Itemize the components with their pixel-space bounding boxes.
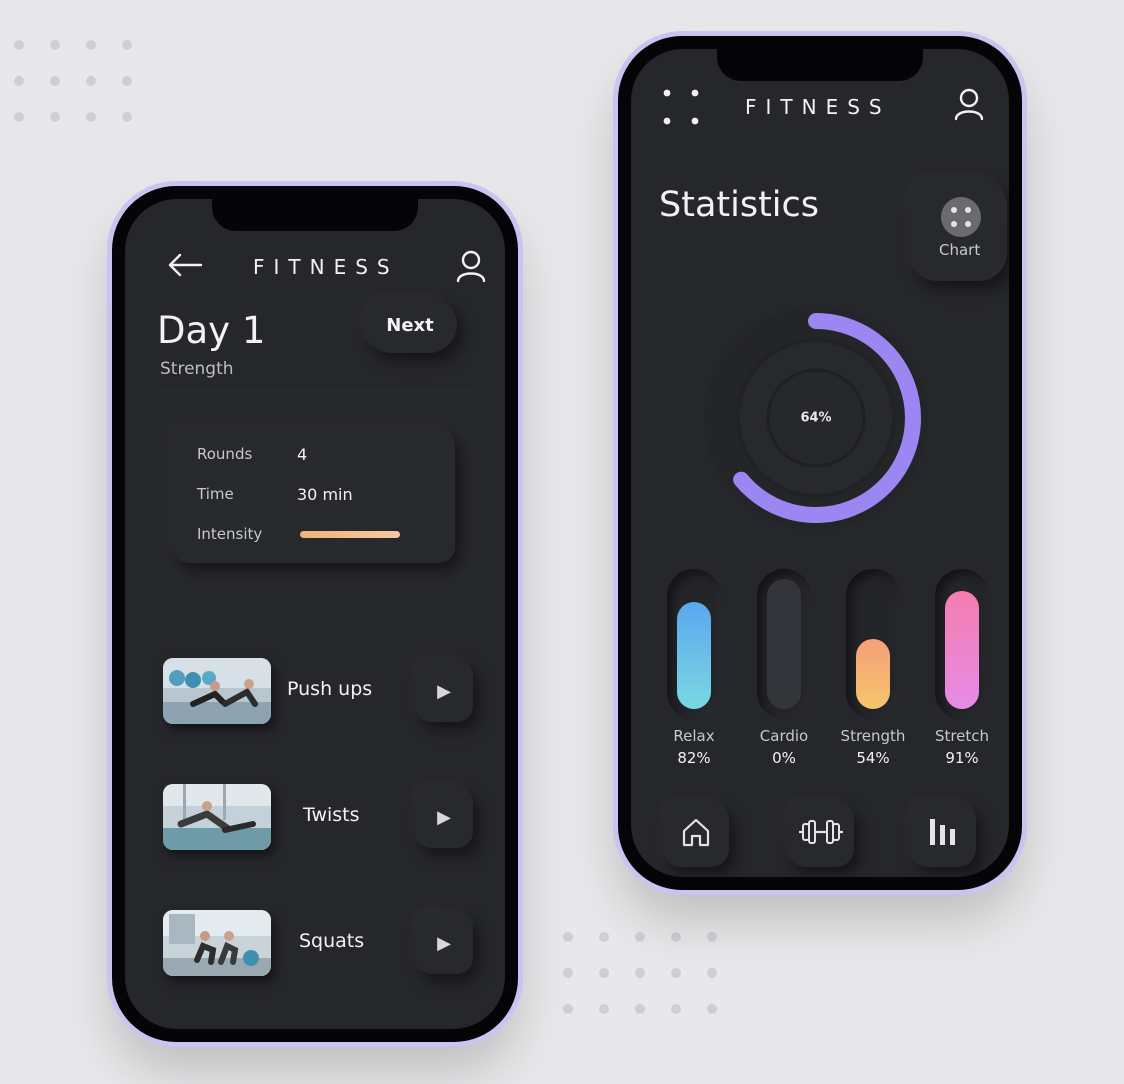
progress-ring: 64%	[701, 303, 931, 533]
intensity-label: Intensity	[197, 525, 263, 543]
exercise-label: Squats	[299, 930, 365, 952]
stat-bar-track	[846, 569, 900, 719]
play-icon: ▶	[437, 806, 451, 828]
app-title: FITNESS	[745, 95, 891, 119]
push-ups-thumbnail	[163, 658, 271, 724]
rounds-label: Rounds	[197, 445, 253, 463]
intensity-bar	[300, 531, 400, 538]
stat-relax: Relax 82%	[659, 569, 729, 767]
decorative-dot	[86, 40, 96, 50]
stat-name: Strength	[840, 727, 906, 745]
play-button[interactable]: ▶	[415, 786, 473, 848]
decorative-dot	[50, 40, 60, 50]
phone-notch	[717, 49, 923, 81]
decorative-dot	[14, 112, 24, 122]
exercise-item[interactable]: Squats ▶	[161, 910, 473, 980]
decorative-dot	[671, 1004, 681, 1014]
squats-thumbnail	[163, 910, 271, 976]
stat-bar-track	[667, 569, 721, 719]
stat-stretch: Stretch 91%	[927, 569, 997, 767]
statistics-screen: FITNESS Statistics Chart 64% Relax 82% C…	[631, 49, 1009, 877]
stat-bar-fill	[767, 579, 801, 709]
play-button[interactable]: ▶	[415, 660, 473, 722]
stat-name: Relax	[673, 727, 715, 745]
stat-value: 91%	[945, 749, 979, 767]
decorative-dot	[86, 112, 96, 122]
workout-screen: FITNESS Day 1 Strength Next Rounds 4 Tim…	[125, 199, 505, 1029]
stat-strength: Strength 54%	[838, 569, 908, 767]
nav-statistics[interactable]	[910, 801, 976, 867]
stat-name: Cardio	[759, 727, 809, 745]
page-title: Statistics	[659, 185, 819, 225]
decorative-dot	[635, 968, 645, 978]
chart-button[interactable]: Chart	[909, 177, 1007, 281]
stat-bar-fill	[945, 590, 979, 709]
progress-value: 64%	[800, 410, 832, 426]
decorative-dot	[50, 112, 60, 122]
stat-cardio: Cardio 0%	[749, 569, 819, 767]
workout-info-card: Rounds 4 Time 30 min Intensity	[173, 429, 455, 563]
menu-dots-icon[interactable]	[661, 87, 701, 127]
decorative-dot	[635, 1004, 645, 1014]
stat-value: 0%	[772, 749, 796, 767]
exercise-label: Push ups	[287, 678, 373, 700]
day-subtitle: Strength	[160, 359, 234, 379]
play-icon: ▶	[437, 932, 451, 954]
stat-name: Stretch	[934, 727, 990, 745]
decorative-dot	[50, 76, 60, 86]
play-button[interactable]: ▶	[415, 912, 473, 974]
decorative-dot	[563, 1004, 573, 1014]
decorative-dot	[122, 40, 132, 50]
decorative-dot	[599, 1004, 609, 1014]
profile-icon[interactable]	[455, 249, 487, 283]
twists-thumbnail	[163, 784, 271, 850]
stat-bar-track	[757, 569, 811, 719]
decorative-dot	[671, 968, 681, 978]
decorative-dot	[563, 968, 573, 978]
phone-notch	[212, 199, 418, 231]
stat-bar-fill	[677, 602, 711, 709]
nav-workouts[interactable]	[788, 801, 854, 867]
stat-bar-fill	[856, 638, 890, 709]
decorative-dot	[707, 1004, 717, 1014]
decorative-dot	[563, 932, 573, 942]
stat-value: 54%	[856, 749, 890, 767]
decorative-dot	[14, 76, 24, 86]
chart-grid-icon	[941, 197, 981, 237]
bar-chart-icon	[926, 815, 960, 853]
decorative-dot	[14, 40, 24, 50]
decorative-dot	[86, 76, 96, 86]
rounds-value: 4	[297, 445, 308, 464]
back-arrow-icon[interactable]	[165, 251, 205, 279]
time-value: 30 min	[297, 485, 353, 504]
exercise-item[interactable]: Twists ▶	[161, 784, 473, 854]
nav-home[interactable]	[663, 801, 729, 867]
profile-icon[interactable]	[953, 87, 985, 121]
decorative-dot	[599, 968, 609, 978]
decorative-dot	[122, 76, 132, 86]
exercise-label: Twists	[303, 804, 360, 826]
exercise-item[interactable]: Push ups ▶	[161, 658, 473, 728]
decorative-dot	[671, 932, 681, 942]
stat-bar-track	[935, 569, 989, 719]
decorative-dot	[122, 112, 132, 122]
day-title: Day 1	[157, 309, 266, 352]
phone-left: FITNESS Day 1 Strength Next Rounds 4 Tim…	[112, 186, 518, 1042]
stat-value: 82%	[677, 749, 711, 767]
app-title: FITNESS	[253, 255, 399, 279]
dumbbell-icon	[797, 817, 845, 851]
decorative-dot	[635, 932, 645, 942]
chart-label: Chart	[939, 241, 981, 259]
decorative-dot	[707, 932, 717, 942]
next-button[interactable]: Next	[363, 297, 457, 353]
play-icon: ▶	[437, 680, 451, 702]
home-icon	[679, 815, 713, 853]
decorative-dot	[599, 932, 609, 942]
decorative-dot	[707, 968, 717, 978]
time-label: Time	[197, 485, 234, 503]
phone-right: FITNESS Statistics Chart 64% Relax 82% C…	[618, 36, 1022, 890]
